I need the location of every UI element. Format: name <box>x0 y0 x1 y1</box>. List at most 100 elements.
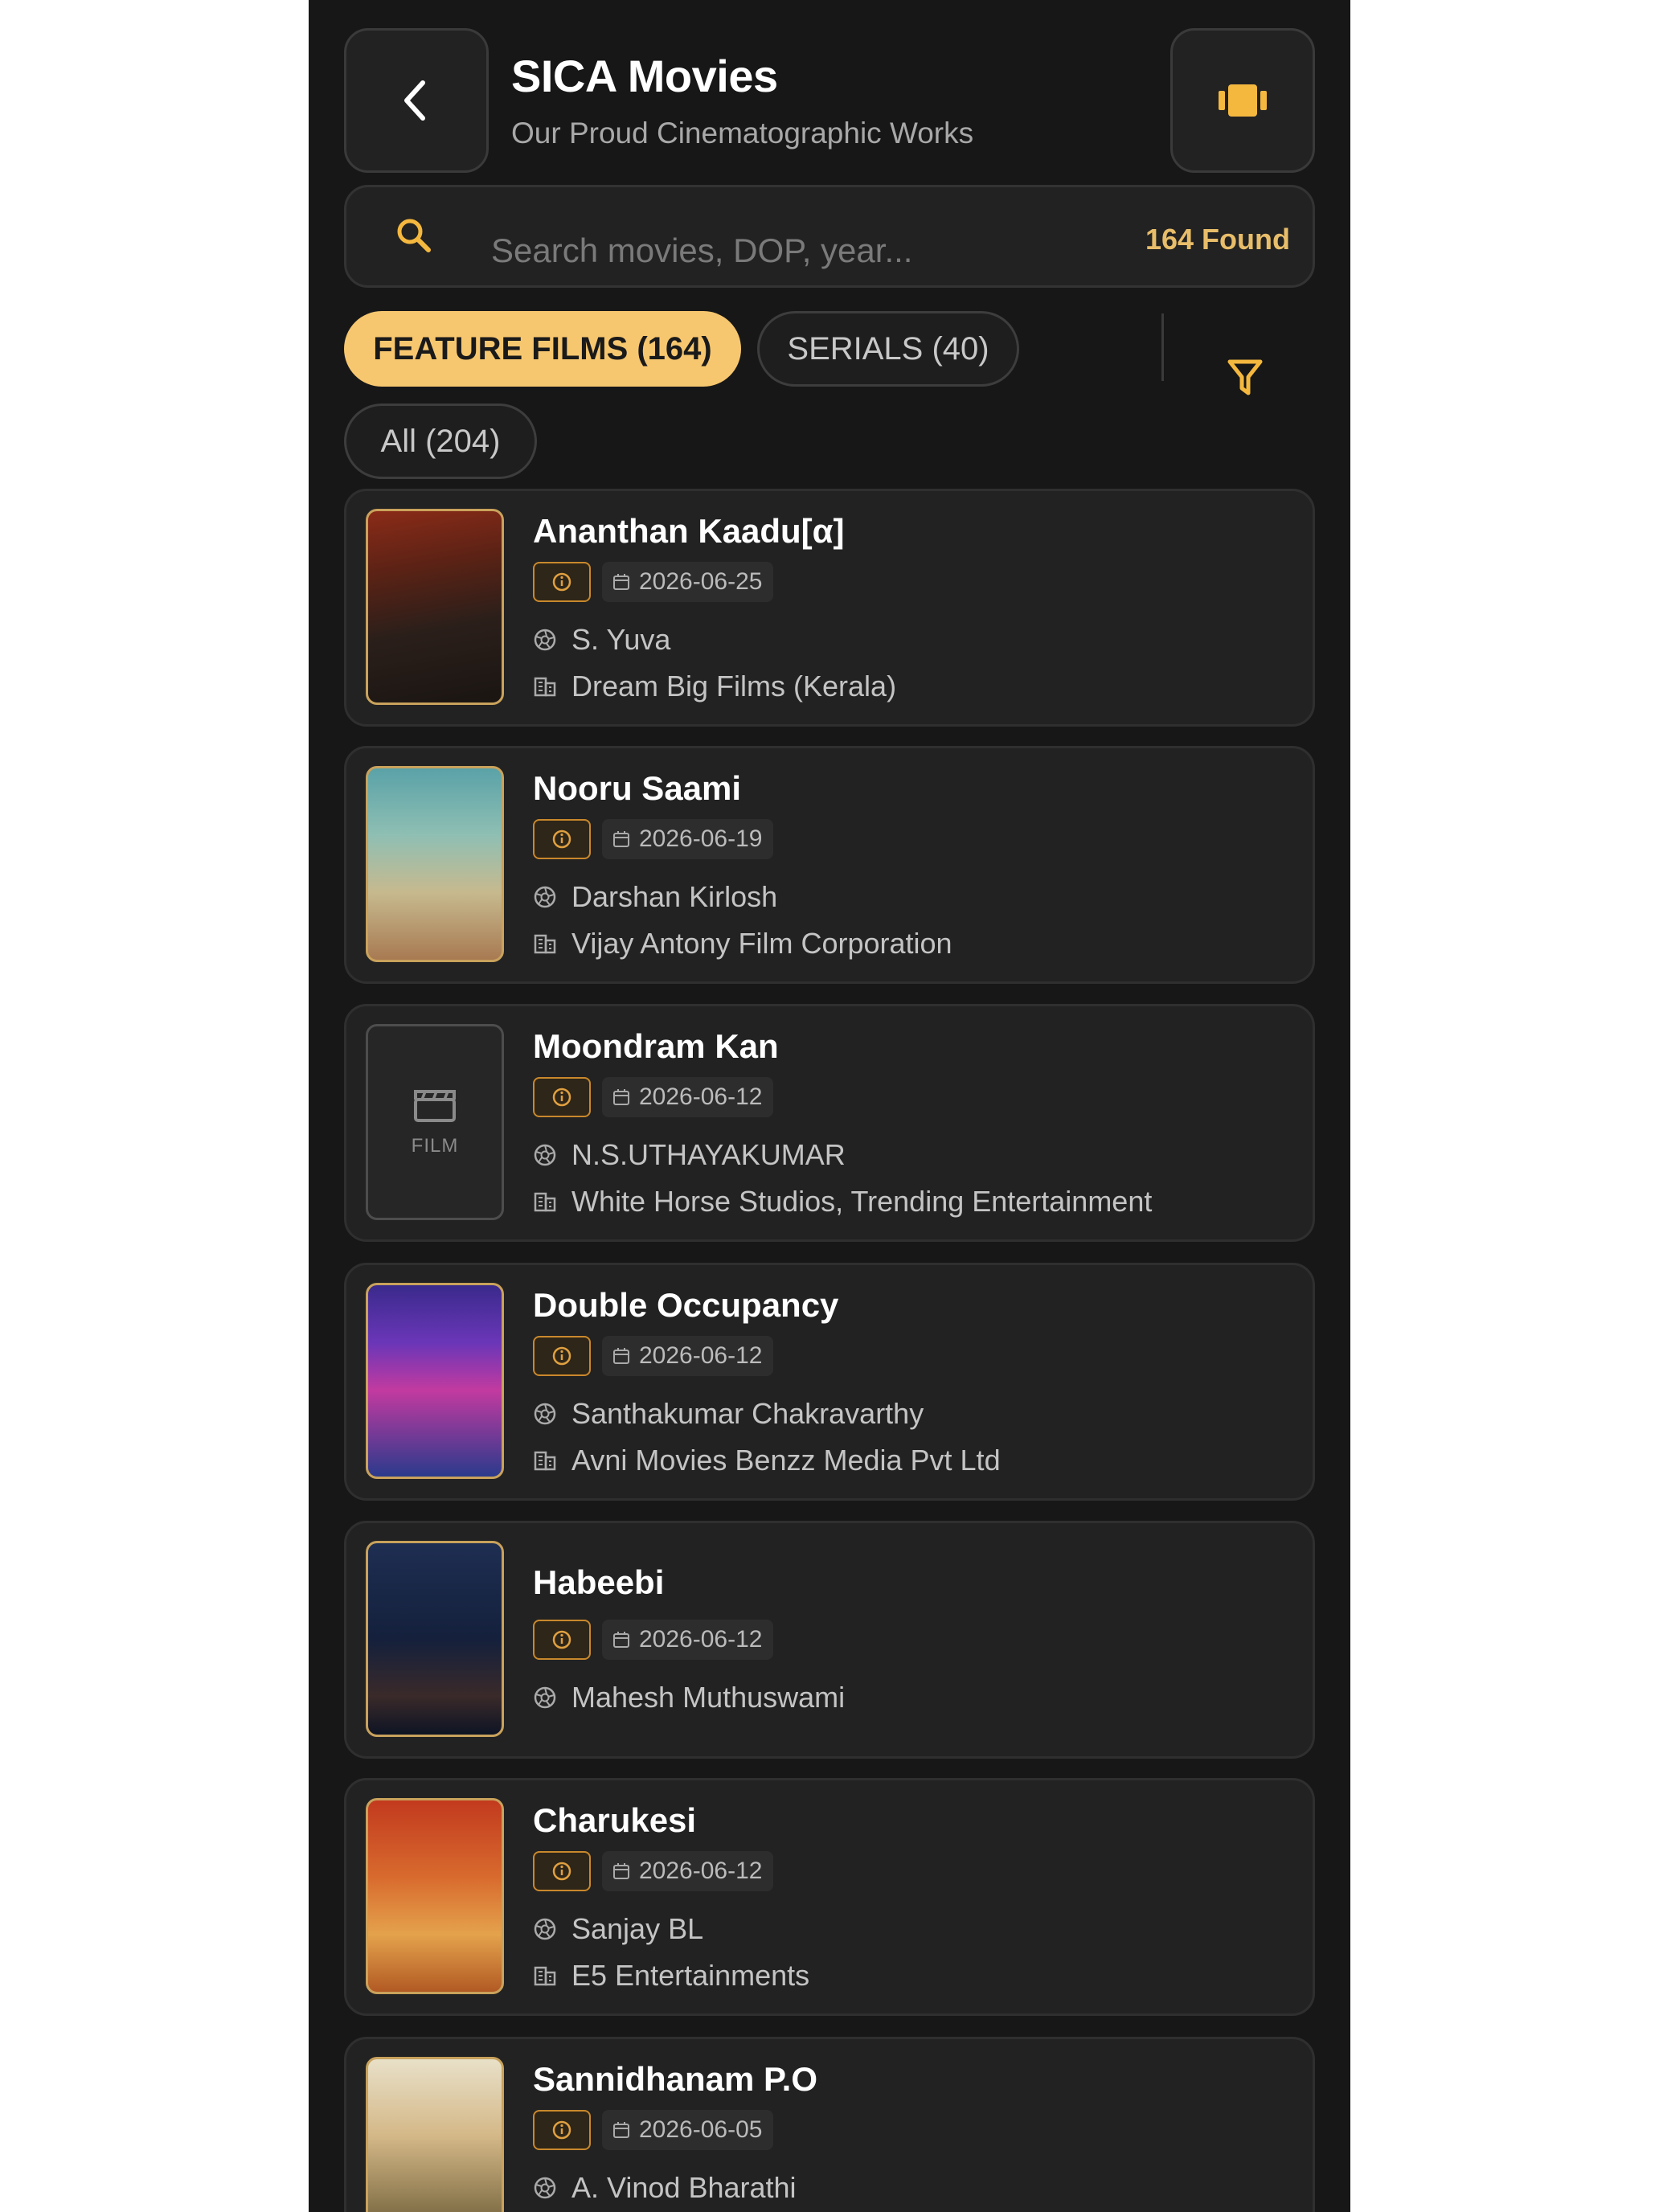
movie-card[interactable]: Charukesi 2026-06-12 Sanjay BL E5 Entert… <box>344 1778 1315 2016</box>
aperture-icon <box>534 1918 556 1940</box>
dop-row: Santhakumar Chakravarthy <box>533 1397 924 1431</box>
clapperboard-icon <box>414 1090 456 1122</box>
dop-name: Mahesh Muthuswami <box>571 1681 846 1714</box>
poster-placeholder-label: FILM <box>411 1135 459 1157</box>
aperture-icon <box>534 629 556 651</box>
movie-card[interactable]: Habeebi 2026-06-12 Mahesh Muthuswami <box>344 1521 1315 1759</box>
movie-poster <box>366 2057 504 2212</box>
release-date-badge: 2026-06-19 <box>602 819 774 859</box>
movie-title: Sannidhanam P.O <box>533 2060 817 2098</box>
info-badge[interactable] <box>533 819 591 859</box>
production-name: Dream Big Films (Kerala) <box>571 670 897 703</box>
dop-row: Mahesh Muthuswami <box>533 1681 845 1714</box>
info-badge[interactable] <box>533 1336 591 1376</box>
release-date: 2026-06-12 <box>639 1342 763 1369</box>
movie-title: Ananthan Kaadu[α] <box>533 512 845 550</box>
reels-icon <box>1219 84 1267 117</box>
dop-row: N.S.UTHAYAKUMAR <box>533 1138 846 1172</box>
tab-serials[interactable]: SERIALS (40) <box>757 311 1019 387</box>
movie-poster <box>366 509 504 705</box>
movie-title: Moondram Kan <box>533 1027 779 1065</box>
movie-card[interactable]: Sannidhanam P.O 2026-06-05 A. Vinod Bhar… <box>344 2037 1315 2212</box>
release-date: 2026-06-25 <box>639 568 763 595</box>
movie-card[interactable]: Double Occupancy 2026-06-12 Santhakumar … <box>344 1263 1315 1501</box>
dop-row: A. Vinod Bharathi <box>533 2171 797 2205</box>
calendar-icon <box>613 1348 629 1364</box>
info-icon <box>552 1630 571 1649</box>
movie-poster <box>366 766 504 962</box>
building-icon <box>534 1451 556 1471</box>
dop-name: Darshan Kirlosh <box>571 880 778 913</box>
info-icon <box>552 1346 571 1366</box>
release-date-badge: 2026-06-12 <box>602 1077 774 1117</box>
release-date: 2026-06-05 <box>639 2116 763 2143</box>
movie-poster <box>366 1283 504 1479</box>
movie-title: Habeebi <box>533 1563 665 1601</box>
release-date-badge: 2026-06-12 <box>602 1620 774 1660</box>
production-name: Vijay Antony Film Corporation <box>571 927 952 960</box>
search-bar: 164 Found <box>344 185 1315 288</box>
release-date: 2026-06-12 <box>639 1083 763 1110</box>
building-icon <box>534 1192 556 1212</box>
release-date-badge: 2026-06-12 <box>602 1336 774 1376</box>
release-date-badge: 2026-06-12 <box>602 1851 774 1891</box>
movie-card[interactable]: Nooru Saami 2026-06-19 Darshan Kirlosh V… <box>344 746 1315 984</box>
building-icon <box>534 1966 556 1986</box>
dop-name: Santhakumar Chakravarthy <box>571 1397 924 1430</box>
page-title: SICA Movies <box>511 51 778 101</box>
info-badge[interactable] <box>533 2110 591 2150</box>
info-icon <box>552 572 571 592</box>
search-input[interactable] <box>491 231 1006 270</box>
reels-button[interactable] <box>1170 28 1315 173</box>
release-date-badge: 2026-06-25 <box>602 562 774 602</box>
info-badge[interactable] <box>533 562 591 602</box>
results-count: 164 Found <box>1145 223 1290 256</box>
production-row: Vijay Antony Film Corporation <box>533 927 952 961</box>
calendar-icon <box>613 574 629 590</box>
search-icon <box>397 219 431 252</box>
release-date: 2026-06-19 <box>639 825 763 852</box>
movie-title: Charukesi <box>533 1801 697 1839</box>
dop-name: A. Vinod Bharathi <box>571 2171 797 2204</box>
calendar-icon <box>613 2122 629 2138</box>
movie-poster <box>366 1541 504 1737</box>
production-row: E5 Entertainments <box>533 1959 809 1993</box>
info-badge[interactable] <box>533 1077 591 1117</box>
dop-name: N.S.UTHAYAKUMAR <box>571 1138 846 1171</box>
movie-card[interactable]: FILM Moondram Kan 2026-06-12 N.S.UTHAYAK… <box>344 1004 1315 1242</box>
info-badge[interactable] <box>533 1851 591 1891</box>
tab-feature-films[interactable]: FEATURE FILMS (164) <box>344 311 741 387</box>
info-badge[interactable] <box>533 1620 591 1660</box>
calendar-icon <box>613 1863 629 1879</box>
release-date: 2026-06-12 <box>639 1626 763 1653</box>
dop-name: Sanjay BL <box>571 1912 704 1945</box>
production-row: Dream Big Films (Kerala) <box>533 670 896 703</box>
tab-all[interactable]: All (204) <box>344 403 537 479</box>
calendar-icon <box>613 1632 629 1648</box>
filter-icon <box>1227 359 1263 395</box>
aperture-icon <box>534 1144 556 1166</box>
building-icon <box>534 677 556 697</box>
movie-card[interactable]: Ananthan Kaadu[α] 2026-06-25 S. Yuva Dre… <box>344 489 1315 727</box>
poster-placeholder: FILM <box>366 1024 504 1220</box>
release-date-badge: 2026-06-05 <box>602 2110 774 2150</box>
movie-title: Double Occupancy <box>533 1286 839 1324</box>
chevron-left-icon <box>404 80 425 121</box>
info-icon <box>552 830 571 849</box>
app-screen: SICA Movies Our Proud Cinematographic Wo… <box>309 0 1350 2212</box>
info-icon <box>552 2120 571 2140</box>
page-subtitle: Our Proud Cinematographic Works <box>511 117 974 150</box>
calendar-icon <box>613 1089 629 1105</box>
production-row: White Horse Studios, Trending Entertainm… <box>533 1185 1152 1219</box>
calendar-icon <box>613 831 629 847</box>
aperture-icon <box>534 886 556 908</box>
production-row: Avni Movies Benzz Media Pvt Ltd <box>533 1444 1001 1477</box>
filter-button[interactable] <box>1227 358 1264 402</box>
aperture-icon <box>534 2177 556 2199</box>
movie-poster <box>366 1798 504 1994</box>
back-button[interactable] <box>344 28 489 173</box>
release-date: 2026-06-12 <box>639 1858 763 1884</box>
production-name: E5 Entertainments <box>571 1959 810 1992</box>
dop-name: S. Yuva <box>571 623 671 656</box>
dop-row: Sanjay BL <box>533 1912 703 1946</box>
